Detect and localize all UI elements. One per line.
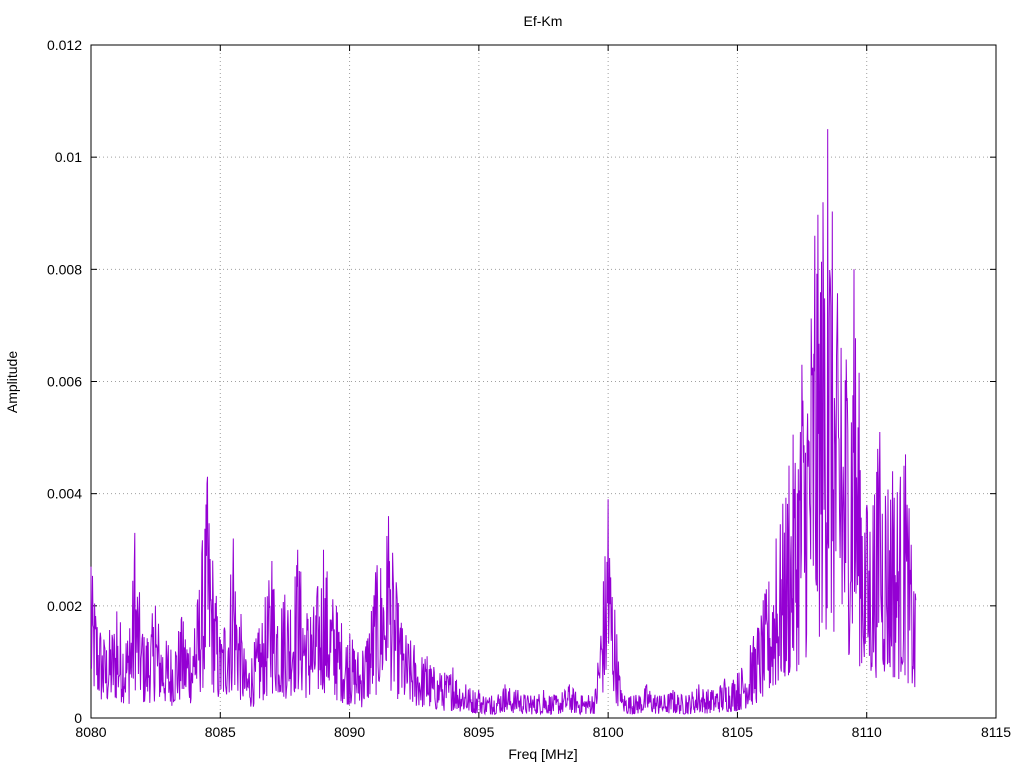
x-tick-label: 8080 <box>75 724 106 740</box>
y-tick-label: 0.002 <box>47 598 82 614</box>
y-tick-label: 0.004 <box>47 486 82 502</box>
x-tick-label: 8085 <box>205 724 236 740</box>
y-tick-label: 0.01 <box>55 149 82 165</box>
x-tick-label: 8105 <box>722 724 753 740</box>
chart-title: Ef-Km <box>524 13 563 29</box>
ticks: 8080 8085 8090 8095 8100 8105 8110 8115 0 0.002 0.… <box>47 37 1011 740</box>
x-tick-label: 8095 <box>463 724 494 740</box>
y-tick-label: 0.008 <box>47 261 82 277</box>
x-tick-label: 8100 <box>593 724 624 740</box>
series <box>90 129 917 716</box>
x-tick-label: 8090 <box>334 724 365 740</box>
x-tick-label: 8115 <box>981 724 1011 740</box>
series-line <box>90 129 917 716</box>
y-tick-label: 0.006 <box>47 374 82 390</box>
y-axis-label: Amplitude <box>4 351 20 413</box>
y-tick-label: 0.012 <box>47 37 82 53</box>
x-tick-label: 8110 <box>852 724 882 740</box>
y-tick-label: 0 <box>74 710 82 726</box>
chart: 8080 8085 8090 8095 8100 8105 8110 8115 0 0.002 0.… <box>4 13 1011 762</box>
x-axis-label: Freq [MHz] <box>508 746 577 762</box>
